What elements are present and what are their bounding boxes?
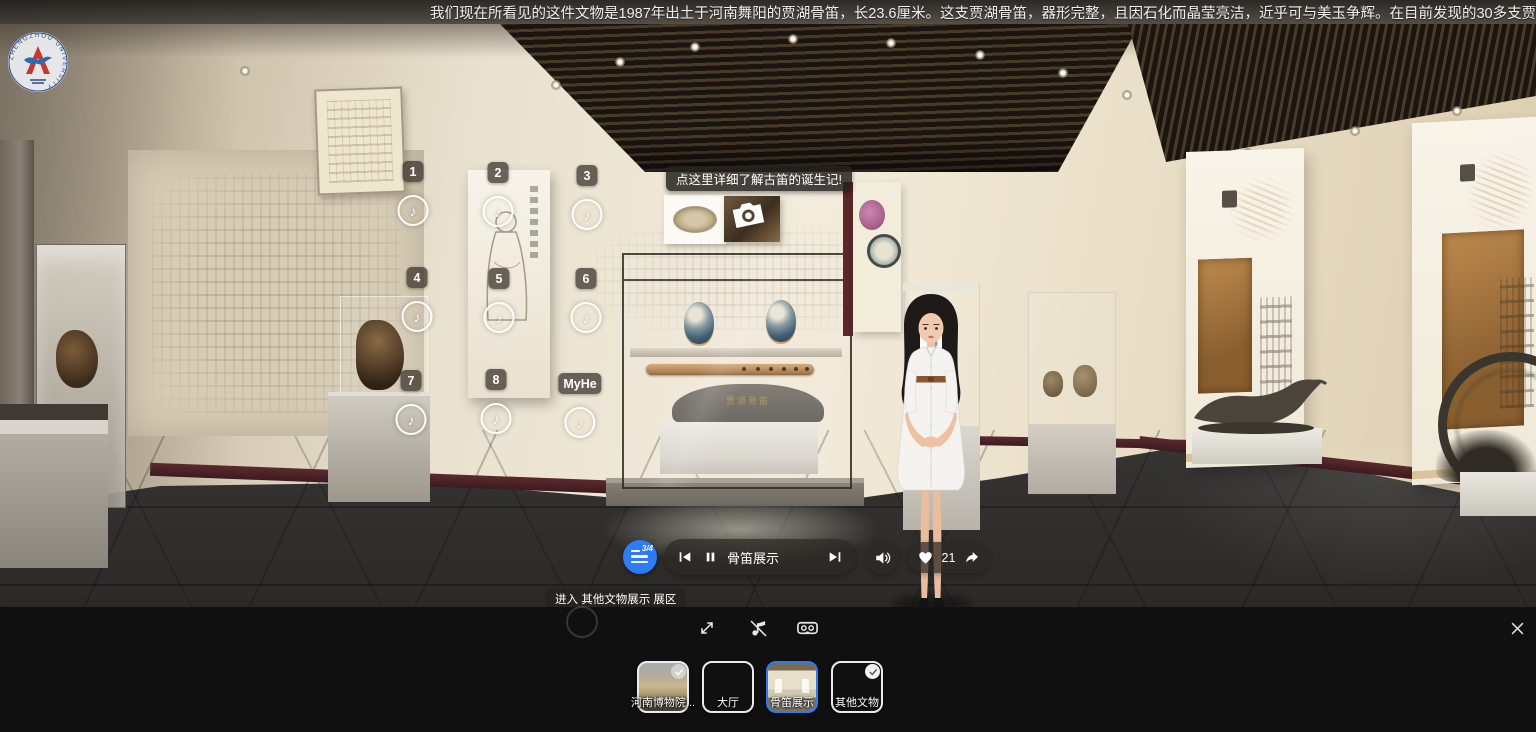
bottom-control-bar: 河南博物院... 大厅 骨笛展示 其他文物: [0, 607, 1536, 732]
camera-tooltip: 点这里详细了解古笛的诞生记!: [666, 166, 852, 191]
playlist-progress-badge: 3/4: [642, 544, 653, 553]
hotspot-number-badge: 4: [407, 267, 428, 288]
volume-button[interactable]: [866, 541, 899, 574]
hotspot-label-badge: MyHe: [558, 373, 601, 394]
share-arrow-icon: [964, 550, 980, 565]
pedestal-corner-left: [0, 404, 108, 568]
audio-note-ring-icon: ♪: [396, 404, 427, 435]
pedestal-ring-sculpture: [1460, 472, 1536, 516]
pause-button[interactable]: [704, 550, 717, 564]
hotspot-number-badge: 2: [488, 162, 509, 183]
close-button[interactable]: [1505, 616, 1529, 640]
museum-scene-3d[interactable]: 贾湖骨笛: [0, 0, 1536, 608]
visited-check-icon: [671, 664, 686, 679]
hotspot-number-badge: 7: [401, 370, 422, 391]
next-button[interactable]: [827, 549, 843, 565]
hotspot-8[interactable]: 8 ♪: [481, 369, 512, 434]
occluded-hotspot-ring: [566, 606, 598, 638]
ceiling-spotlight: [240, 66, 250, 76]
thumbnail-main-hall[interactable]: 大厅: [702, 661, 754, 713]
playlist-menu-button[interactable]: 3/4: [623, 540, 657, 574]
heart-icon: [918, 551, 933, 565]
audio-note-ring-icon: ♪: [565, 407, 596, 438]
virtual-guide-avatar: [876, 292, 986, 627]
ceiling-spotlight: [1452, 106, 1462, 116]
zhengzhou-university-logo: ZHENGZHOU UNIVERSITY: [6, 30, 70, 94]
glass-display-case-center: [622, 253, 852, 489]
skip-previous-icon: [677, 549, 693, 565]
ceiling-spotlight: [615, 57, 625, 67]
thumbnail-bone-flute-exhibit[interactable]: 骨笛展示: [766, 661, 818, 713]
pedestal-right: [1028, 424, 1116, 494]
hotspot-myhe[interactable]: MyHe ♪: [558, 373, 601, 438]
scene-entry-tooltip: 进入 其他文物展示 展区: [547, 589, 684, 609]
thumbnail-label: 河南博物院...: [631, 694, 695, 710]
ceiling-spotlight: [788, 34, 798, 44]
calligraphy-frame: [314, 86, 406, 195]
audio-note-ring-icon: ♪: [402, 301, 433, 332]
bone-flutes-photo: [664, 195, 726, 244]
tour-player-bar: 骨笛展示: [664, 539, 856, 575]
fullscreen-button[interactable]: [695, 616, 719, 640]
skip-next-icon: [827, 549, 843, 565]
audio-note-ring-icon: ♪: [398, 195, 429, 226]
avatar-hands: [923, 437, 939, 448]
hotspot-4[interactable]: 4 ♪: [402, 267, 433, 332]
artifact-left: [56, 330, 98, 388]
audio-note-ring-icon: ♪: [571, 302, 602, 333]
ceiling-spotlight: [551, 80, 561, 90]
hotspot-number-badge: 3: [577, 165, 598, 186]
hotspot-number-badge: 6: [576, 268, 597, 289]
audio-note-ring-icon: ♪: [481, 403, 512, 434]
vr-mode-button[interactable]: [795, 616, 819, 640]
pause-icon: [704, 550, 717, 564]
expand-arrows-icon: [697, 618, 717, 638]
ceiling-spotlight: [1122, 90, 1132, 100]
hotspot-number-badge: 8: [486, 369, 507, 390]
narration-subtitle-bar: 我们现在所看见的这件文物是1987年出土于河南舞阳的贾湖骨笛，长23.6厘米。这…: [0, 0, 1536, 24]
bronze-tiger-sculpture: [1186, 372, 1334, 436]
ceiling-spotlight: [975, 50, 985, 60]
thumbnail-henan-museum[interactable]: 河南博物院...: [637, 661, 689, 713]
current-track-title: 骨笛展示: [727, 548, 779, 567]
audio-note-ring-icon: ♪: [484, 302, 515, 333]
hotspot-number-badge: 1: [403, 161, 424, 182]
narration-text: 我们现在所看见的这件文物是1987年出土于河南舞阳的贾湖骨笛，长23.6厘米。这…: [430, 2, 1536, 23]
social-bar: 21: [908, 542, 990, 573]
thumbnail-label: 其他文物: [835, 694, 879, 710]
background-music-toggle[interactable]: [746, 616, 770, 640]
ceiling-spotlight: [886, 38, 896, 48]
audio-note-ring-icon: ♪: [483, 196, 514, 227]
thumbnail-label: 骨笛展示: [770, 694, 814, 710]
hotspot-5[interactable]: 5 ♪: [484, 268, 515, 333]
hotspot-1[interactable]: 1 ♪: [398, 161, 429, 226]
maroon-wall-strip: [843, 182, 853, 336]
hotspot-6[interactable]: 6 ♪: [571, 268, 602, 333]
ceiling-spotlight: [690, 42, 700, 52]
music-muted-icon: [748, 618, 769, 639]
share-button[interactable]: [964, 550, 980, 565]
close-x-icon: [1509, 620, 1526, 637]
vr-goggles-icon: [796, 617, 819, 640]
speaker-icon: [874, 549, 892, 567]
thumbnail-label: 大厅: [717, 694, 739, 710]
ceiling-spotlight: [1058, 68, 1068, 78]
like-count: 21: [942, 551, 956, 565]
hotspot-number-badge: 5: [489, 268, 510, 289]
ceiling-spotlight: [1350, 126, 1360, 136]
virtual-museum-app: 贾湖骨笛: [0, 0, 1536, 732]
audio-note-ring-icon: ♪: [572, 199, 603, 230]
hotspot-3[interactable]: 3 ♪: [572, 165, 603, 230]
visited-check-icon: [865, 664, 880, 679]
thumbnail-other-relics[interactable]: 其他文物: [831, 661, 883, 713]
hotspot-2[interactable]: 2 ♪: [483, 162, 514, 227]
previous-button[interactable]: [677, 549, 693, 565]
hotspot-7[interactable]: 7 ♪: [396, 370, 427, 435]
like-button[interactable]: [918, 551, 933, 565]
display-case-right: [1028, 292, 1116, 428]
